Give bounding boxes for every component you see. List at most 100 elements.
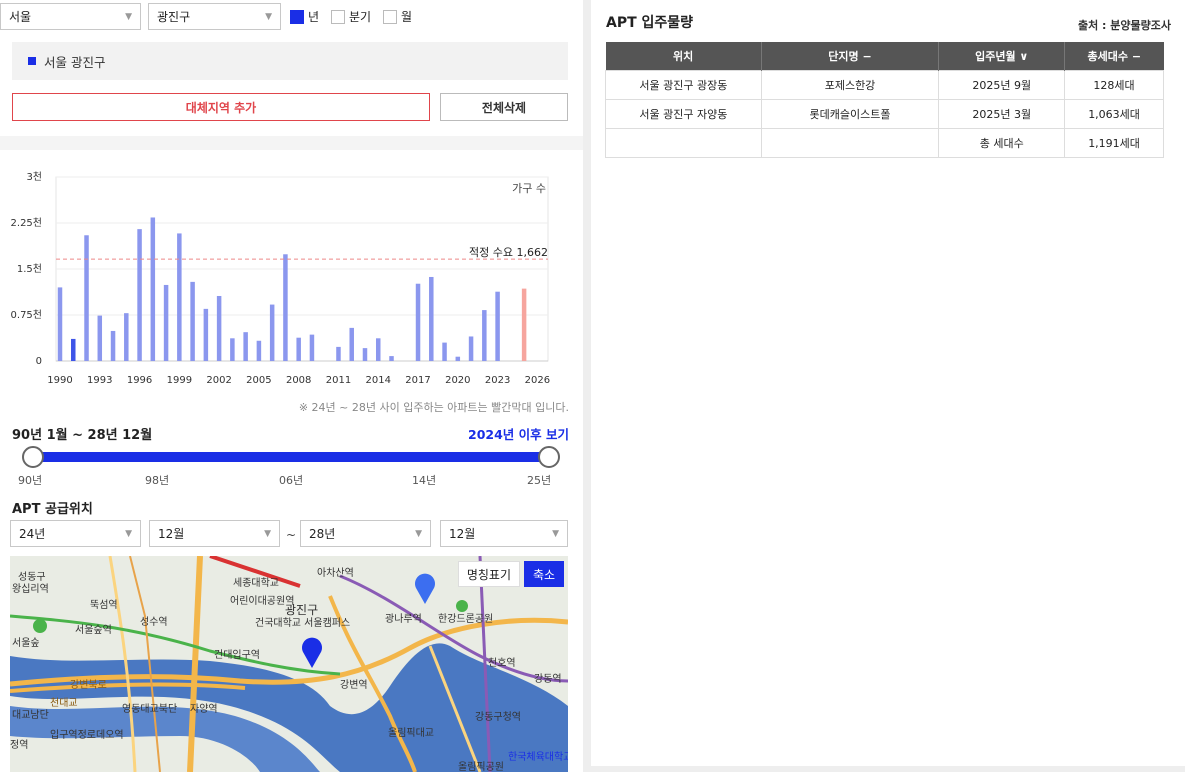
clear-all-button[interactable]: 전체삭제 (440, 93, 568, 121)
city-select[interactable]: 서울 ▼ (0, 3, 141, 30)
map-label: 천호역 (488, 657, 516, 669)
map-label: 정역 (10, 739, 28, 751)
region-marker-icon (28, 57, 36, 65)
cell-move-in-date: 2025년 3월 (938, 98, 1066, 129)
add-region-button[interactable]: 대체지역 추가 (12, 93, 430, 121)
chevron-down-icon: ▼ (264, 528, 271, 539)
bar-2011[interactable] (336, 346, 341, 361)
view-after-2024-link[interactable]: 2024년 이후 보기 (468, 424, 569, 443)
period-option-label: 분기 (349, 10, 372, 24)
bar-2018[interactable] (429, 276, 434, 361)
from-year-select[interactable]: 24년 ▼ (10, 520, 141, 547)
bar-2009[interactable] (309, 334, 315, 361)
bar-2006[interactable] (269, 304, 275, 361)
to-month-select[interactable]: 12월 ▼ (440, 520, 568, 547)
map-zoom-out-button[interactable]: 축소 (524, 561, 564, 587)
supply-map[interactable]: 성동구 왕십리역 세종대학교 아차산역 광진구 뚝섬역 어린이대공원역 서울숲역… (10, 556, 568, 772)
chevron-down-icon: ▼ (125, 528, 132, 539)
period-option-year[interactable]: 년 (290, 8, 319, 25)
right-panel: APT 입주물량 출처 : 분양물량조사 위치 단지명 − 입주년월 ∨ 총세대… (591, 0, 1185, 766)
checkbox-checked-icon[interactable] (290, 9, 304, 24)
map-label: 성수역 (140, 616, 168, 628)
table-row[interactable]: 서울 광진구 자양동 롯데캐슬이스트폴 2025년 3월 1,063세대 (605, 98, 1164, 129)
map-label: 한강드론공원 (438, 613, 493, 625)
bar-2008[interactable] (296, 337, 301, 361)
x-tick-label: 2011 (326, 375, 351, 386)
cell-empty (605, 127, 762, 158)
bar-1995[interactable] (124, 313, 129, 361)
col-move-in-date[interactable]: 입주년월 ∨ (938, 42, 1066, 70)
bar-2004[interactable] (243, 332, 248, 361)
map-label: 강변북로 (70, 679, 107, 691)
x-tick-label: 2002 (206, 375, 231, 386)
slider-tick-label: 06년 (279, 474, 304, 487)
slider-end-handle[interactable] (538, 446, 560, 468)
to-year-value: 28년 (309, 527, 336, 541)
bar-1997[interactable] (150, 217, 156, 361)
bar-2000[interactable] (190, 281, 195, 361)
from-month-select[interactable]: 12월 ▼ (149, 520, 280, 547)
total-label: 총 세대수 (938, 127, 1066, 158)
slider-start-handle[interactable] (22, 446, 44, 468)
bar-2002[interactable] (216, 295, 222, 361)
apt-supply-table: 위치 단지명 − 입주년월 ∨ 총세대수 − 서울 광진구 광장동 포제스한강 … (605, 42, 1164, 158)
bar-2019[interactable] (442, 342, 447, 361)
period-option-month[interactable]: 월 (383, 8, 412, 25)
bar-2007[interactable] (283, 254, 288, 361)
map-label: 올림픽대교 (388, 727, 434, 739)
selected-region: 서울 광진구 (12, 42, 568, 80)
map-label: 영동대교북단 (122, 703, 177, 715)
bar-1996[interactable] (137, 229, 142, 361)
bar-2001[interactable] (203, 308, 209, 361)
map-label: 뚝섬역 (90, 599, 118, 611)
bar-1993[interactable] (97, 315, 103, 361)
bar-2003[interactable] (230, 338, 235, 361)
table-total-row: 총 세대수 1,191세대 (605, 127, 1164, 158)
chevron-down-icon: ▼ (125, 11, 132, 22)
map-canvas[interactable]: 성동구 왕십리역 세종대학교 아차산역 광진구 뚝섬역 어린이대공원역 서울숲역… (10, 556, 568, 772)
cell-location: 서울 광진구 광장동 (605, 69, 762, 100)
x-tick-label: 2014 (366, 375, 391, 386)
y-tick-label: 0.75천 (11, 309, 42, 321)
bar-2014[interactable] (375, 338, 381, 361)
bar-2015[interactable] (389, 356, 394, 361)
period-option-label: 년 (308, 10, 320, 24)
bar-1992[interactable] (84, 235, 89, 361)
col-total-units[interactable]: 총세대수 − (1064, 42, 1164, 70)
bar-1998[interactable] (163, 284, 169, 361)
bar-2022[interactable] (482, 310, 487, 361)
district-select[interactable]: 광진구 ▼ (148, 3, 281, 30)
map-label: 대교남단 (12, 709, 49, 721)
period-option-quarter[interactable]: 분기 (331, 8, 371, 25)
table-row[interactable]: 서울 광진구 광장동 포제스한강 2025년 9월 128세대 (605, 69, 1164, 100)
x-tick-label: 2008 (286, 375, 311, 386)
slider-tick-label: 90년 (18, 474, 43, 487)
y-tick-label: 1.5천 (17, 263, 42, 275)
bar-1990[interactable] (57, 287, 63, 361)
bar-1994[interactable] (110, 330, 116, 361)
col-complex-name[interactable]: 단지명 − (761, 42, 940, 70)
chevron-down-icon: ▼ (552, 528, 559, 539)
section-divider (0, 136, 583, 150)
bar-2023[interactable] (495, 291, 500, 361)
bar-2013[interactable] (362, 348, 368, 361)
bar-2021[interactable] (468, 336, 474, 361)
bar-2005[interactable] (256, 340, 262, 361)
panel-divider (583, 0, 591, 772)
period-slider-track[interactable] (33, 452, 549, 462)
bar-2012[interactable] (349, 327, 354, 361)
apt-supply-title: APT 입주물량 (606, 15, 694, 31)
checkbox-icon[interactable] (383, 9, 397, 24)
bar-2017[interactable] (415, 283, 421, 361)
map-label: 어린이대공원역 (230, 595, 294, 607)
from-year-value: 24년 (19, 527, 46, 541)
bar-2020[interactable] (455, 356, 461, 361)
bar-2025[interactable] (521, 288, 527, 361)
bar-1991[interactable] (71, 338, 76, 361)
checkbox-icon[interactable] (331, 9, 345, 24)
col-location[interactable]: 위치 (605, 42, 762, 70)
city-select-value: 서울 (9, 10, 32, 24)
map-label-toggle-button[interactable]: 명칭표기 (457, 561, 520, 587)
to-year-select[interactable]: 28년 ▼ (300, 520, 431, 547)
bar-1999[interactable] (177, 233, 182, 361)
